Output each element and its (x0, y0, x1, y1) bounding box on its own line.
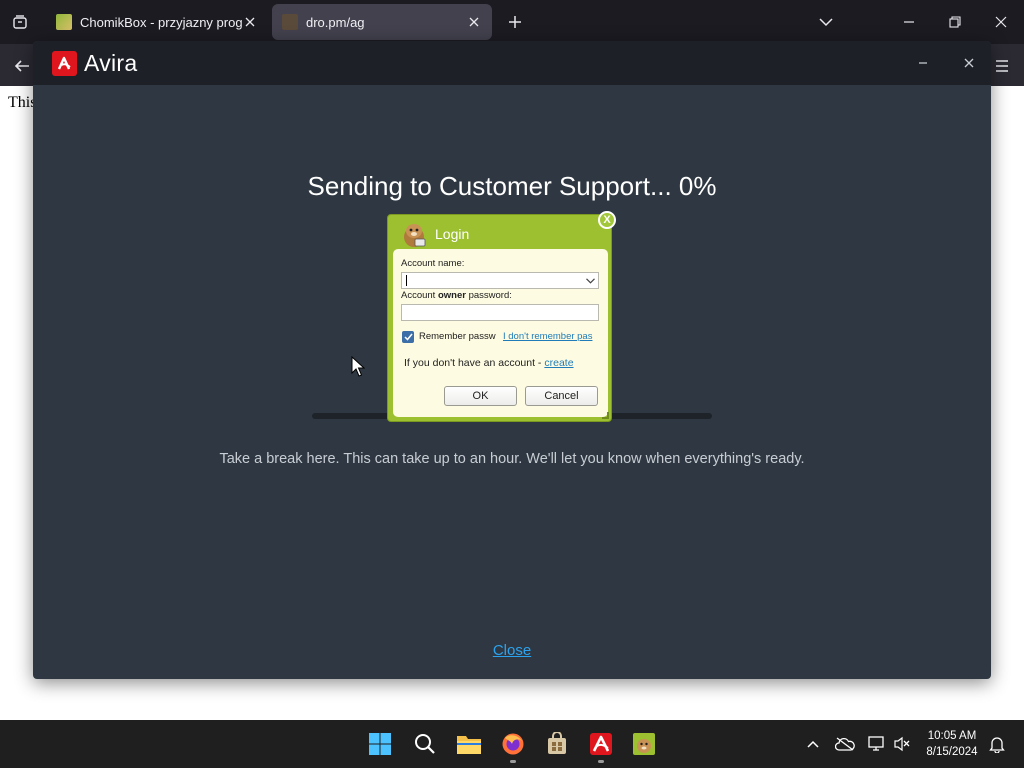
dro-favicon-icon (282, 14, 298, 30)
avira-titlebar: Avira (33, 41, 991, 85)
login-form: Account name: Account owner password: Re… (393, 249, 608, 417)
close-tab-icon[interactable] (466, 14, 482, 30)
browser-tab-bar: ChomikBox - przyjazny program dro.pm/ag (0, 0, 1024, 44)
new-tab-icon[interactable] (503, 10, 527, 34)
chevron-down-icon[interactable] (585, 276, 595, 286)
chomik-mascot-icon (401, 220, 427, 248)
clock-time: 10:05 AM (927, 730, 977, 742)
sending-heading: Sending to Customer Support... 0% (307, 171, 717, 201)
running-indicator (510, 760, 516, 763)
avira-minimize-icon[interactable] (913, 53, 933, 73)
tab-chomikbox[interactable]: ChomikBox - przyjazny program (46, 4, 268, 40)
clock-date: 8/15/2024 (926, 746, 978, 758)
restore-window-icon[interactable] (943, 10, 967, 34)
login-dialog: Login X Account name: Account owner pass… (387, 211, 616, 422)
login-close-button[interactable]: X (598, 211, 616, 229)
resize-grip-icon[interactable] (602, 412, 609, 419)
cancel-button[interactable]: Cancel (525, 386, 598, 406)
avira-close-icon[interactable] (959, 53, 979, 73)
forgot-password-link[interactable]: I don't remember pas (503, 331, 592, 342)
account-name-combobox[interactable] (401, 272, 599, 289)
chomikbox-favicon-icon (56, 14, 72, 30)
minimize-window-icon[interactable] (897, 10, 921, 34)
password-input[interactable] (401, 304, 599, 321)
firefox-icon[interactable] (497, 728, 529, 763)
close-link[interactable]: Close (33, 642, 991, 659)
tab-title: ChomikBox - przyjazny program (80, 14, 242, 30)
wait-message: Take a break here. This can take up to a… (219, 451, 805, 467)
search-icon[interactable] (409, 728, 441, 760)
onedrive-offline-icon[interactable] (833, 732, 857, 756)
avira-icon[interactable] (585, 728, 617, 763)
tab-dro-pm[interactable]: dro.pm/ag (272, 4, 492, 40)
chomikbox-icon[interactable] (628, 728, 660, 760)
mouse-pointer-icon (351, 355, 366, 378)
list-all-tabs-chevron-icon[interactable] (814, 10, 838, 34)
file-explorer-icon[interactable] (453, 728, 485, 760)
back-arrow-icon[interactable] (8, 52, 36, 80)
remember-password-label: Remember passw (419, 331, 496, 342)
show-hidden-icons-chevron-icon[interactable] (801, 732, 825, 756)
avira-logo-icon (52, 51, 77, 76)
start-icon[interactable] (364, 728, 396, 760)
tab-title: dro.pm/ag (306, 14, 365, 30)
login-title: Login (435, 226, 470, 242)
account-name-label: Account name: (401, 258, 465, 269)
remember-password-checkbox[interactable] (402, 331, 414, 343)
volume-muted-icon[interactable] (890, 732, 914, 756)
password-label: Account owner password: (401, 290, 512, 301)
network-icon[interactable] (865, 732, 889, 756)
running-indicator (598, 760, 604, 763)
avira-brand-name: Avira (84, 50, 138, 76)
create-account-link[interactable]: create (544, 357, 573, 369)
taskbar: 10:05 AM 8/15/2024 (0, 720, 1024, 768)
no-account-text: If you don't have an account - create (404, 357, 574, 369)
store-icon[interactable] (541, 728, 573, 760)
system-clock[interactable]: 10:05 AM 8/15/2024 (918, 728, 986, 760)
text-caret (406, 275, 407, 286)
close-tab-icon[interactable] (242, 14, 258, 30)
tab-list-icon[interactable] (6, 8, 34, 36)
hamburger-menu-icon[interactable] (988, 52, 1016, 80)
close-window-icon[interactable] (989, 10, 1013, 34)
notifications-bell-icon[interactable] (985, 732, 1009, 756)
ok-button[interactable]: OK (444, 386, 517, 406)
